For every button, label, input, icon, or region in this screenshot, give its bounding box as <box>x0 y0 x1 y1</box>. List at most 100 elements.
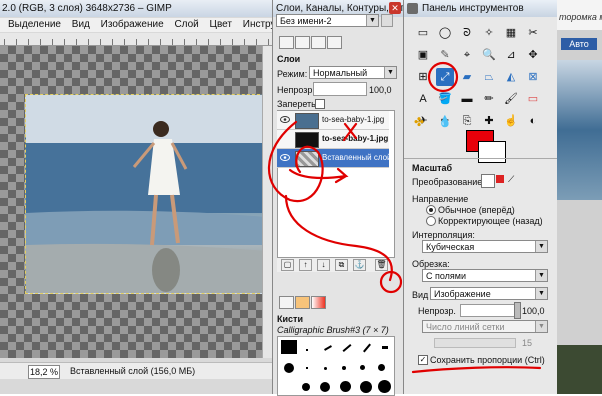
flip-icon[interactable]: ◭ <box>502 68 520 86</box>
pencil-icon[interactable]: ✏ <box>480 90 498 108</box>
menu-image[interactable]: Изображение <box>101 18 164 32</box>
fuzzy-select-icon[interactable]: ✧ <box>480 24 498 42</box>
tab-patterns[interactable] <box>295 296 310 309</box>
free-select-icon[interactable]: ᘐ <box>458 24 476 42</box>
layer-row[interactable]: to-sea-baby-1.jpg <box>277 111 389 130</box>
ruler-tick <box>16 39 17 45</box>
grid-count-value[interactable]: 15 <box>522 338 532 348</box>
raise-layer-icon[interactable]: ↑ <box>299 259 312 271</box>
view-select[interactable]: Изображение ▼ <box>430 287 548 300</box>
measure-icon[interactable]: ⊿ <box>502 46 520 64</box>
paintbrush-icon[interactable]: 🖌 <box>502 90 520 108</box>
eye-icon[interactable] <box>280 154 290 161</box>
menu-layer[interactable]: Слой <box>174 18 198 32</box>
direction-forward-radio[interactable] <box>426 205 436 215</box>
perspective-icon[interactable]: ⏢ <box>480 68 498 86</box>
clipping-select[interactable]: С полями ▼ <box>422 269 548 282</box>
tab-paths[interactable] <box>311 36 326 49</box>
menu-select[interactable]: Выделение <box>8 18 61 32</box>
ellipse-select-icon[interactable]: ◯ <box>436 24 454 42</box>
image-layer-photo[interactable] <box>25 94 265 294</box>
bucket-fill-icon[interactable]: 🪣 <box>436 90 454 108</box>
tab-brushes[interactable] <box>279 296 294 309</box>
tool-opacity-slider[interactable] <box>460 304 520 317</box>
cage-icon[interactable]: ⊠ <box>524 68 542 86</box>
blend-icon[interactable]: ▬ <box>458 90 476 108</box>
status-bar: 18,2 % Вставленный слой (156,0 МБ) <box>0 362 272 379</box>
menu-view[interactable]: Вид <box>72 18 90 32</box>
brush-grid[interactable] <box>277 336 395 396</box>
transform-selection-button[interactable] <box>496 175 504 183</box>
clone-icon[interactable]: ⎘ <box>458 112 476 130</box>
foreground-select-icon[interactable]: ▣ <box>414 46 432 64</box>
interpolation-select[interactable]: Кубическая ▼ <box>422 240 548 253</box>
layer-thumbnail <box>295 113 319 129</box>
blur-icon[interactable]: 💧 <box>438 116 452 128</box>
keep-aspect-checkbox[interactable]: ✓ <box>418 355 428 365</box>
ruler-tick <box>256 39 257 45</box>
direction-label: Направление <box>412 194 469 204</box>
image-select[interactable]: Без имени-2 ▼ <box>276 14 379 27</box>
tab-layers[interactable] <box>279 36 294 49</box>
transform-layer-button[interactable] <box>481 174 495 188</box>
color-select-icon[interactable]: ▦ <box>502 24 520 42</box>
rect-select-icon[interactable]: ▭ <box>414 24 432 42</box>
chevron-down-icon: ▼ <box>535 321 547 332</box>
slider-handle[interactable] <box>514 302 521 319</box>
layers-section-label: Слои <box>277 54 301 64</box>
text-tool-icon[interactable]: A <box>414 90 432 108</box>
shear-icon[interactable]: ▰ <box>458 68 476 86</box>
scissors-select-icon[interactable]: ✂ <box>524 24 542 42</box>
background-color-swatch[interactable] <box>478 141 506 163</box>
lower-layer-icon[interactable]: ↓ <box>317 259 330 271</box>
paths-icon[interactable]: ✎ <box>436 46 454 64</box>
lock-pixels-checkbox[interactable] <box>315 99 325 109</box>
dodge-burn-icon[interactable]: ◐ <box>524 112 542 130</box>
new-layer-icon[interactable]: ▢ <box>281 259 294 271</box>
delete-layer-icon[interactable]: 🗑 <box>375 259 388 271</box>
grid-lines-select[interactable]: Число линий сетки ▼ <box>422 320 548 333</box>
move-icon[interactable]: ✥ <box>524 46 542 64</box>
menu-bar: Выделение Вид Изображение Слой Цвет Инст… <box>0 18 272 32</box>
toolbox-title: Панель инструментов <box>404 0 557 17</box>
transform-path-button[interactable]: ⟋ <box>508 174 518 184</box>
scale-tool-icon[interactable]: ⤢ <box>436 68 454 86</box>
layer-thumbnail <box>295 151 319 167</box>
mode-label: Режим: <box>277 69 308 79</box>
tab-channels[interactable] <box>295 36 310 49</box>
auto-button-label[interactable]: Авто <box>561 38 597 50</box>
opacity-value[interactable]: 100,0 <box>369 85 392 95</box>
background-window-thumb <box>557 345 602 394</box>
align-icon[interactable]: ⊞ <box>414 68 432 86</box>
zoom-tool-icon[interactable]: 🔍 <box>480 46 498 64</box>
close-icon[interactable]: ✕ <box>389 2 401 14</box>
layer-row-selected[interactable]: Вставленный слой <box>277 149 390 168</box>
auto-button[interactable] <box>381 14 393 27</box>
view-label: Вид <box>412 290 429 300</box>
tab-gradients[interactable] <box>311 296 326 309</box>
duplicate-layer-icon[interactable]: ⧉ <box>335 259 348 271</box>
layer-row[interactable]: to-sea-baby-1.jpg <box>277 130 389 149</box>
ruler-tick <box>100 39 101 45</box>
color-picker-icon[interactable]: ⌖ <box>458 46 476 64</box>
mode-select[interactable]: Нормальный ▼ <box>309 66 397 79</box>
grid-count-slider[interactable] <box>434 338 516 348</box>
plugin-icon[interactable]: ✤ <box>414 116 426 128</box>
tool-opacity-value[interactable]: 100,0 <box>522 306 545 316</box>
eye-icon[interactable] <box>280 116 290 123</box>
ruler-tick <box>208 39 209 45</box>
zoom-select[interactable]: 18,2 % <box>28 365 60 379</box>
eraser-icon[interactable]: ▭ <box>524 90 542 108</box>
heal-icon[interactable]: ✚ <box>480 112 498 130</box>
direction-backward-radio[interactable] <box>426 216 436 226</box>
anchor-layer-icon[interactable]: ⚓ <box>353 259 366 271</box>
smudge-icon[interactable]: ☝ <box>502 112 520 130</box>
mode-value: Нормальный <box>313 68 368 78</box>
menu-tools[interactable]: Инструменты <box>243 18 272 32</box>
opacity-slider[interactable] <box>313 82 367 96</box>
layers-dock: Слои, Каналы, Контуры, Отме ✕ Без имени-… <box>272 0 403 396</box>
chevron-down-icon: ▼ <box>384 67 396 78</box>
tab-undo[interactable] <box>327 36 342 49</box>
tool-grid: ▭ ◯ ᘐ ✧ ▦ ✂ ▣ ✎ ⌖ 🔍 ⊿ ✥ ⊞ ⤢ ▰ ⏢ ◭ ⊠ A 🪣 … <box>414 24 550 128</box>
menu-color[interactable]: Цвет <box>210 18 232 32</box>
